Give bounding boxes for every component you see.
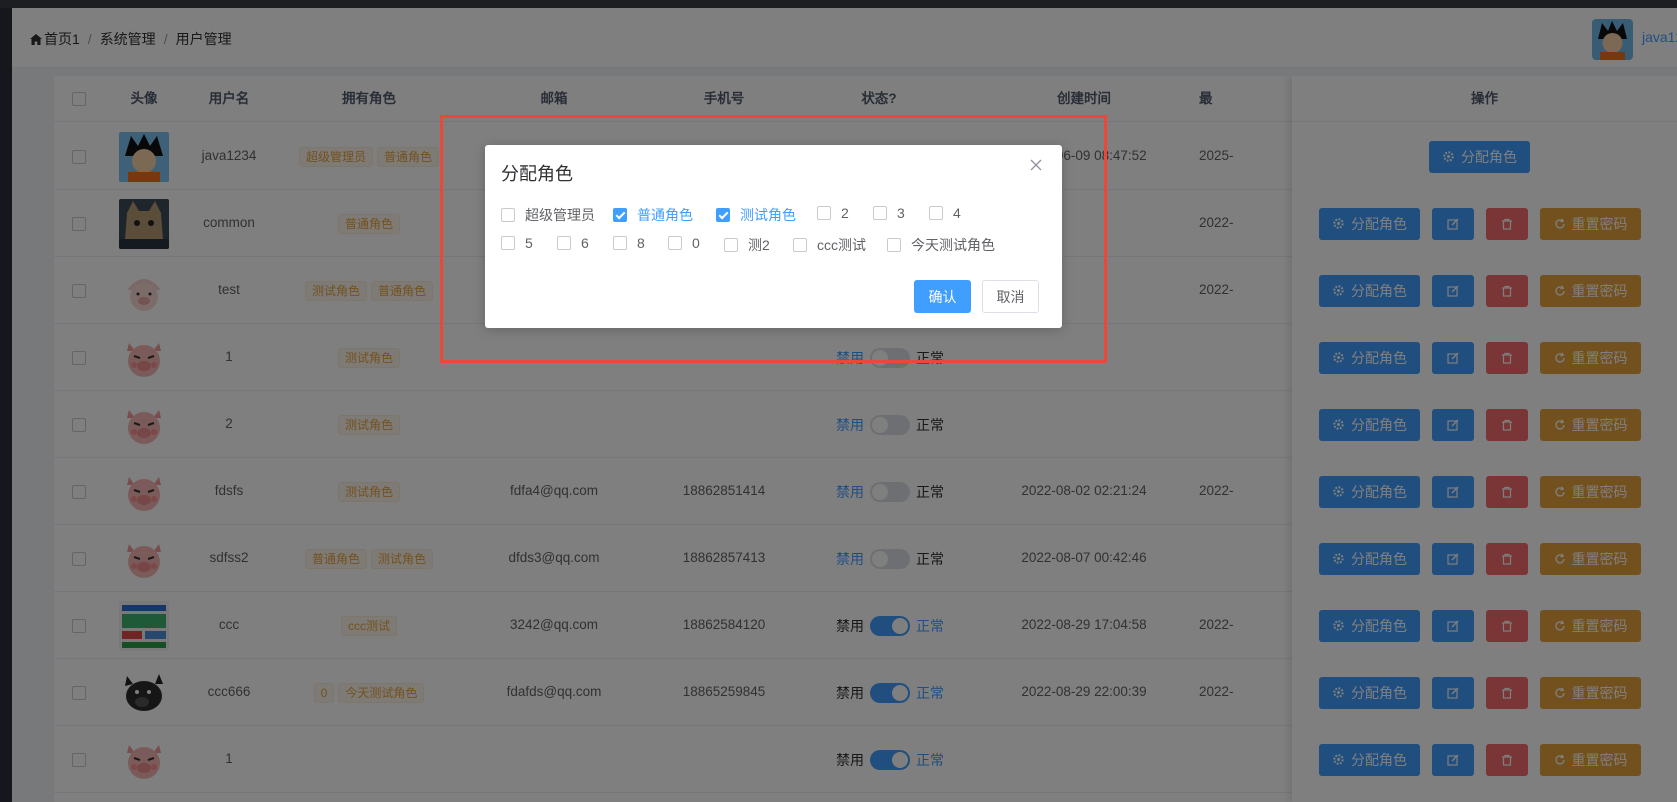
role-option-checkbox[interactable]: 测试角色 (716, 205, 796, 225)
role-option-label: ccc测试 (817, 237, 866, 253)
role-option-label: 8 (637, 235, 645, 251)
dialog-title: 分配角色 (501, 164, 573, 184)
checkbox-box[interactable] (613, 236, 627, 250)
checkbox-box[interactable] (613, 208, 627, 222)
role-option-checkbox[interactable]: 0 (668, 235, 700, 251)
checkbox-box[interactable] (817, 206, 831, 220)
checkbox-box[interactable] (501, 236, 515, 250)
checkbox-box[interactable] (501, 208, 515, 222)
role-option-label: 测试角色 (740, 207, 796, 223)
role-option-checkbox[interactable]: ccc测试 (793, 235, 866, 255)
role-option-label: 4 (953, 205, 961, 221)
role-option-checkbox[interactable]: 3 (873, 205, 905, 221)
role-option-label: 今天测试角色 (911, 237, 995, 253)
role-option-checkbox[interactable]: 8 (613, 235, 645, 251)
checkbox-box[interactable] (887, 238, 901, 252)
role-option-label: 普通角色 (637, 207, 693, 223)
role-option-checkbox[interactable]: 超级管理员 (501, 205, 595, 225)
checkbox-box[interactable] (873, 206, 887, 220)
checkbox-box[interactable] (557, 236, 571, 250)
role-option-label: 超级管理员 (525, 207, 595, 223)
role-option-label: 测2 (748, 237, 770, 253)
checkbox-box[interactable] (668, 236, 682, 250)
assign-role-dialog: 分配角色 超级管理员 普通角色 测试角色 2 3 4 5 6 8 0 测2 ccc测试 今天测试角色 确… (485, 145, 1062, 328)
checkbox-box[interactable] (716, 208, 730, 222)
role-option-checkbox[interactable]: 普通角色 (613, 205, 693, 225)
role-option-label: 3 (897, 205, 905, 221)
role-option-checkbox[interactable]: 4 (929, 205, 961, 221)
role-option-checkbox[interactable]: 5 (501, 235, 533, 251)
role-option-checkbox[interactable]: 今天测试角色 (887, 235, 995, 255)
role-option-checkbox[interactable]: 2 (817, 205, 849, 221)
checkbox-box[interactable] (724, 238, 738, 252)
cancel-button[interactable]: 取消 (982, 280, 1039, 313)
confirm-button[interactable]: 确认 (914, 280, 971, 313)
role-option-label: 5 (525, 235, 533, 251)
role-option-label: 0 (692, 235, 700, 251)
role-option-checkbox[interactable]: 测2 (724, 235, 770, 255)
checkbox-box[interactable] (929, 206, 943, 220)
checkbox-box[interactable] (793, 238, 807, 252)
role-option-label: 2 (841, 205, 849, 221)
role-option-checkbox[interactable]: 6 (557, 235, 589, 251)
role-option-label: 6 (581, 235, 589, 251)
close-icon[interactable] (1028, 157, 1044, 173)
